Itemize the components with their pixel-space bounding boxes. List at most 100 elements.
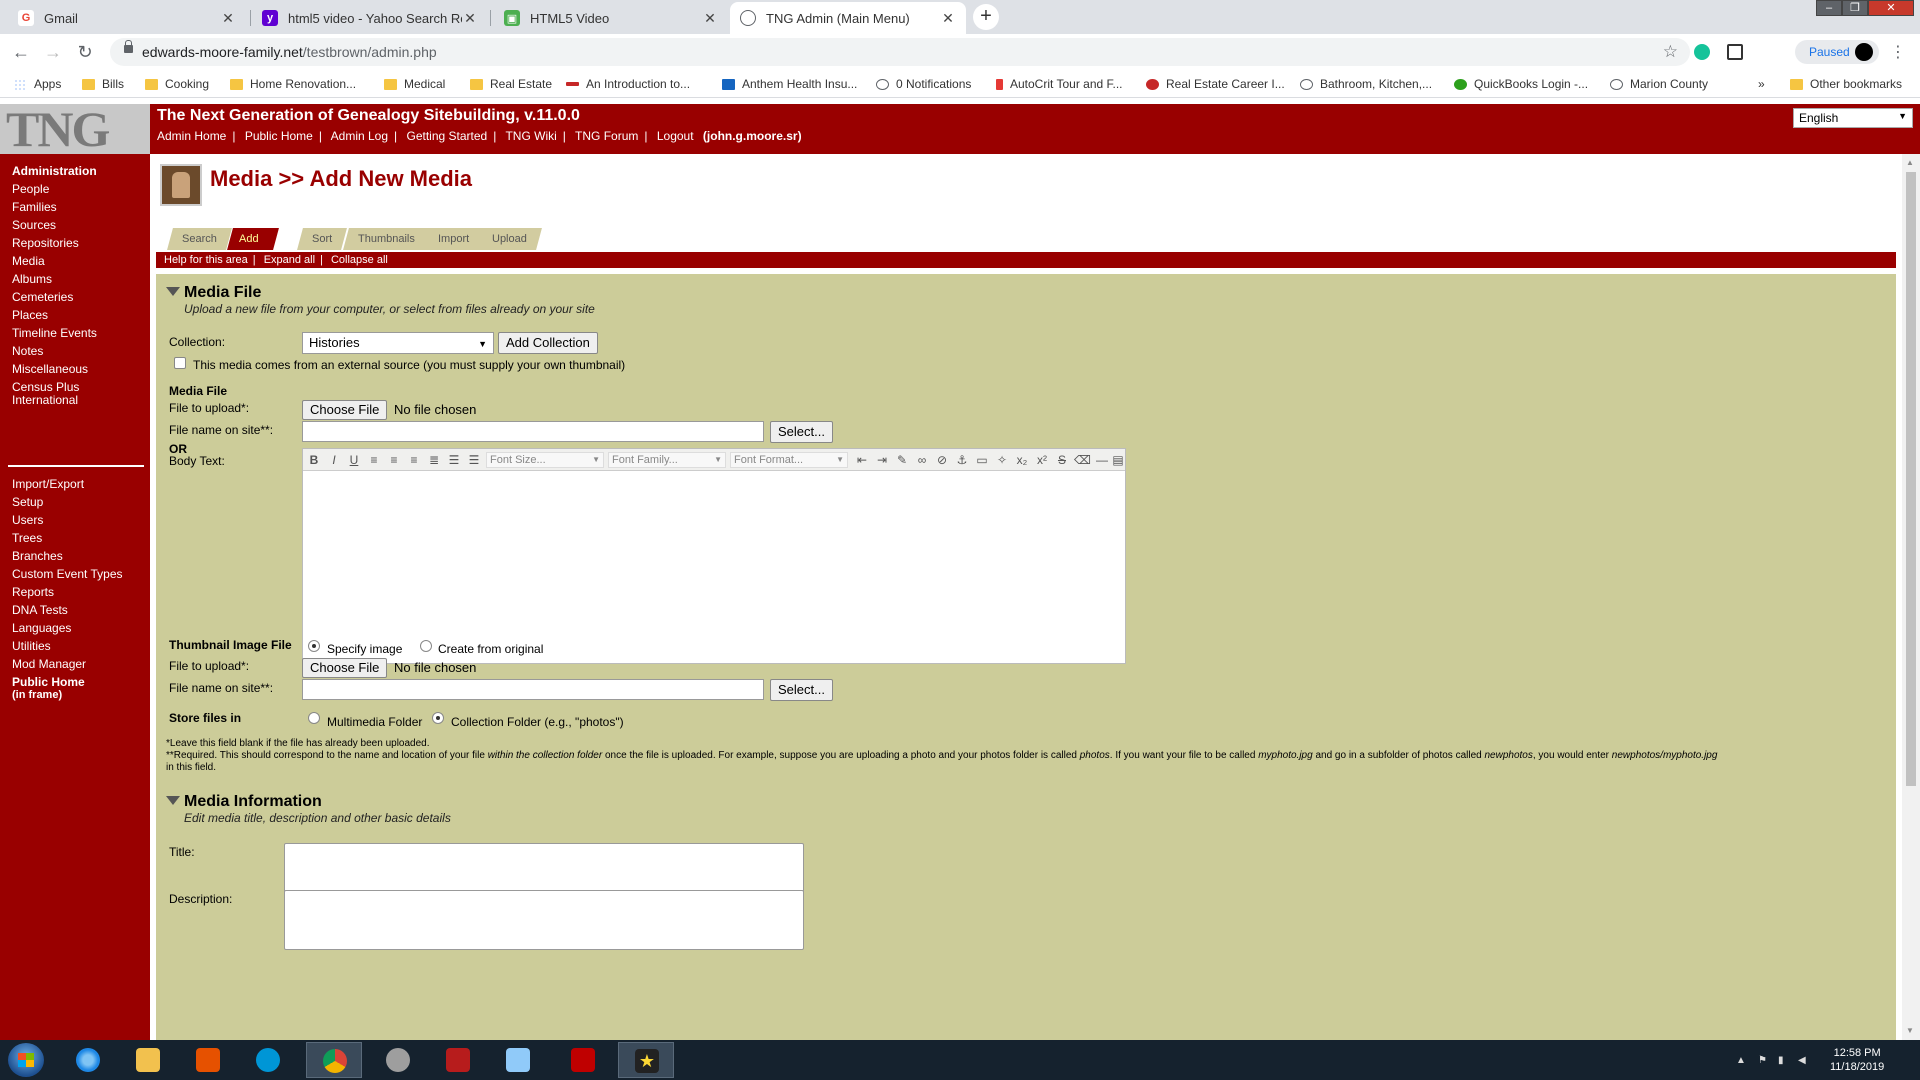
bookmark-autocrit[interactable]: AutoCrit Tour and F... [996,76,1123,92]
create-from-original-radio[interactable] [420,640,432,652]
anchor-icon[interactable]: ⚓ [954,452,970,468]
grammarly-extension-icon[interactable] [1694,44,1710,60]
taskbar-chrome[interactable] [306,1042,362,1078]
link-logout[interactable]: Logout [657,129,694,143]
thumb-file-name-input[interactable] [302,679,764,700]
page-scrollbar[interactable]: ▲ ▼ [1902,154,1920,1040]
collapse-all-link[interactable]: Collapse all [331,254,388,266]
external-source-checkbox[interactable] [174,357,186,369]
cleanup-icon[interactable]: ✧ [994,452,1010,468]
tab-search[interactable]: Search [167,228,232,250]
bookmark-bathroom[interactable]: Bathroom, Kitchen,... [1300,76,1432,92]
multimedia-folder-radio[interactable] [308,712,320,724]
bookmark-apps[interactable]: Apps [14,76,61,92]
action-center-icon[interactable]: ⚑ [1758,1055,1767,1066]
profile-button[interactable]: Paused [1795,40,1879,64]
address-bar[interactable]: edwards-moore-family.net/testbrown/admin… [110,38,1690,66]
bookmark-real-estate-career[interactable]: Real Estate Career I... [1146,76,1285,92]
sidebar-item-media[interactable]: Media [12,255,45,268]
restore-window-button[interactable]: ❐ [1842,0,1868,16]
taskbar-filezilla[interactable] [555,1042,611,1078]
minimize-window-button[interactable]: – [1816,0,1842,16]
font-size-select[interactable]: Font Size... ▼ [486,452,604,468]
collection-select[interactable]: Histories ▼ [302,332,494,354]
sidebar-item-repositories[interactable]: Repositories [12,237,79,250]
sidebar-item-timeline-events[interactable]: Timeline Events [12,327,97,340]
indent-icon[interactable]: ⇥ [874,452,890,468]
sidebar-item-public-home-in-frame[interactable]: (in frame) [12,689,62,702]
taskbar-hp[interactable] [240,1042,296,1078]
taskbar-file-explorer[interactable] [120,1042,176,1078]
superscript-icon[interactable]: x² [1034,452,1050,468]
browser-tab-yahoo[interactable]: y html5 video - Yahoo Search Resu ✕ [252,2,488,34]
outdent-icon[interactable]: ⇤ [854,452,870,468]
italic-icon[interactable]: I [326,452,342,468]
sidebar-item-trees[interactable]: Trees [12,532,42,545]
sidebar-item-reports[interactable]: Reports [12,586,54,599]
browser-tab-tng-admin[interactable]: TNG Admin (Main Menu) ✕ [730,2,966,34]
close-tab-icon[interactable]: ✕ [702,10,718,27]
file-name-input[interactable] [302,421,764,442]
subscript-icon[interactable]: x₂ [1014,452,1030,468]
bookmark-cooking[interactable]: Cooking [145,76,209,92]
scroll-up-icon[interactable]: ▲ [1906,158,1914,167]
underline-icon[interactable]: U [346,452,362,468]
sidebar-item-places[interactable]: Places [12,309,48,322]
sidebar-item-setup[interactable]: Setup [12,496,43,509]
link-admin-log[interactable]: Admin Log [331,129,388,143]
expand-all-link[interactable]: Expand all [264,254,315,266]
tab-sort[interactable]: Sort [297,228,348,250]
source-code-icon[interactable]: ▤ [1110,452,1126,468]
sidebar-item-families[interactable]: Families [12,201,57,214]
media-file-toggle[interactable]: Media File [166,284,261,302]
reload-button[interactable]: ↻ [74,41,96,63]
specify-image-radio[interactable] [308,640,320,652]
close-tab-icon[interactable]: ✕ [220,10,236,27]
bookmark-introduction[interactable]: An Introduction to... [566,76,690,92]
sidebar-item-people[interactable]: People [12,183,49,196]
sidebar-item-albums[interactable]: Albums [12,273,52,286]
bookmark-medical[interactable]: Medical [384,76,445,92]
bookmark-quickbooks[interactable]: QuickBooks Login -... [1454,76,1588,92]
align-justify-icon[interactable]: ≣ [426,452,442,468]
link-public-home[interactable]: Public Home [245,129,313,143]
sidebar-item-branches[interactable]: Branches [12,550,63,563]
media-information-toggle[interactable]: Media Information [166,793,322,811]
help-link[interactable]: Help for this area [164,254,248,266]
link-tng-forum[interactable]: TNG Forum [575,129,638,143]
description-textarea[interactable] [284,890,804,950]
sidebar-item-custom-event-types[interactable]: Custom Event Types [12,568,123,581]
forward-button[interactable]: → [42,41,64,63]
link-getting-started[interactable]: Getting Started [407,129,488,143]
align-left-icon[interactable]: ≡ [366,452,382,468]
remove-format-icon[interactable]: ⌫ [1074,452,1091,468]
bookmark-star-icon[interactable]: ☆ [1663,42,1678,62]
sidebar-item-dna-tests[interactable]: DNA Tests [12,604,68,617]
sidebar-item-users[interactable]: Users [12,514,43,527]
edit-icon[interactable]: ✎ [894,452,910,468]
scroll-down-icon[interactable]: ▼ [1906,1026,1914,1035]
taskbar-media-player[interactable] [180,1042,236,1078]
sidebar-item-census-plus-international[interactable]: International [12,394,78,407]
taskbar-app-pro[interactable] [370,1042,426,1078]
bookmark-other-bookmarks[interactable]: Other bookmarks [1790,76,1902,92]
choose-file-button[interactable]: Choose File [302,400,388,420]
close-window-button[interactable]: ✕ [1868,0,1914,16]
bookmark-marion-county[interactable]: Marion County [1610,76,1708,92]
show-hidden-icons-icon[interactable]: ▲ [1736,1055,1746,1066]
font-format-select[interactable]: Font Format... ▼ [730,452,848,468]
sidebar-item-languages[interactable]: Languages [12,622,71,635]
sidebar-item-mod-manager[interactable]: Mod Manager [12,658,86,671]
browser-tab-html5-video[interactable]: ▣ HTML5 Video ✕ [494,2,728,34]
font-family-select[interactable]: Font Family... ▼ [608,452,726,468]
bookmark-real-estate[interactable]: Real Estate [470,76,552,92]
tab-add-new[interactable]: Add New [227,228,279,267]
bold-icon[interactable]: B [306,452,322,468]
bookmarks-overflow-button[interactable]: » [1758,76,1765,92]
sidebar-item-notes[interactable]: Notes [12,345,43,358]
taskbar-app-star[interactable]: ★ [618,1042,674,1078]
system-clock[interactable]: 12:58 PM 11/18/2019 [1830,1046,1884,1074]
new-tab-button[interactable]: + [973,4,999,30]
taskbar-app-red[interactable] [430,1042,486,1078]
bookmark-anthem[interactable]: Anthem Health Insu... [722,76,857,92]
